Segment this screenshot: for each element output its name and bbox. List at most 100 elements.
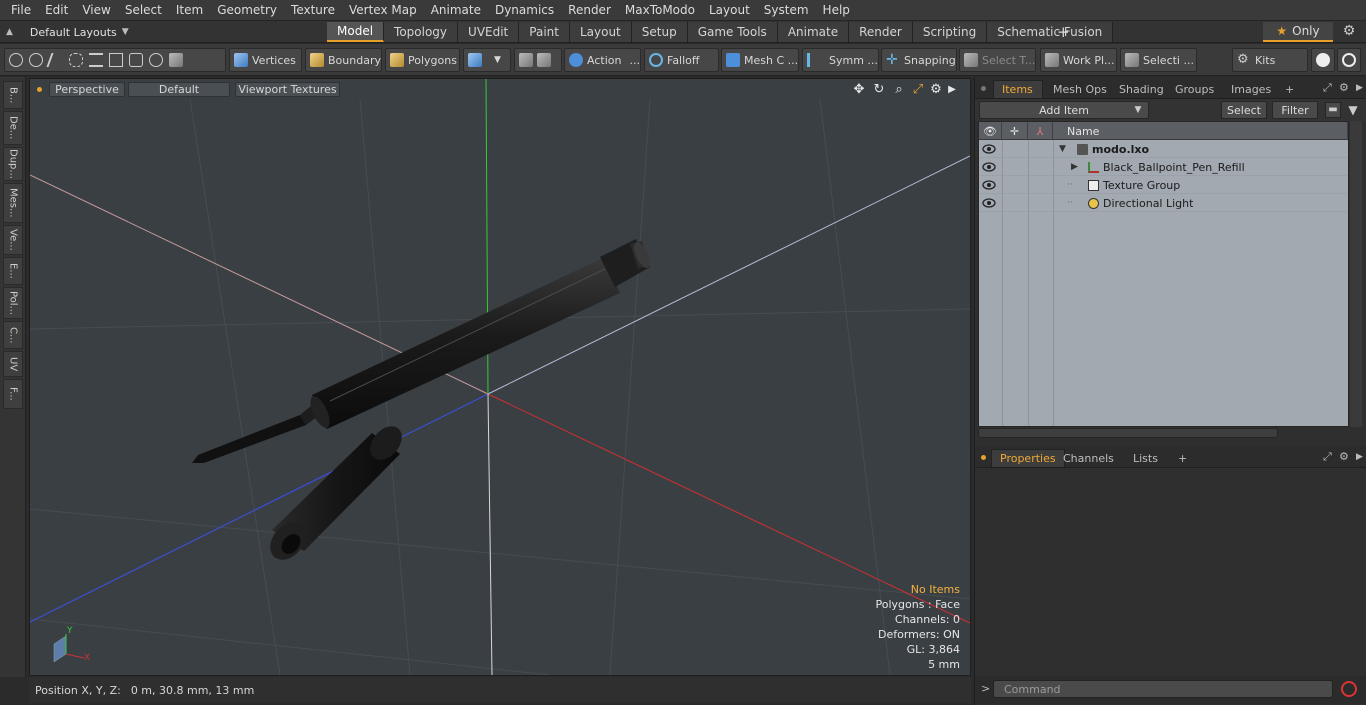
tree-vertical-scrollbar[interactable] bbox=[1350, 121, 1362, 427]
eye-icon[interactable] bbox=[982, 179, 996, 191]
tab-render[interactable]: Render bbox=[849, 22, 913, 42]
menu-select[interactable]: Select bbox=[118, 3, 169, 17]
action-center-button[interactable]: Action ... bbox=[564, 48, 641, 72]
menu-render[interactable]: Render bbox=[561, 3, 618, 17]
panel-menu-dot-icon[interactable] bbox=[981, 86, 986, 91]
only-toggle[interactable]: ★ Only bbox=[1263, 22, 1333, 42]
tab-shading[interactable]: Shading bbox=[1111, 80, 1172, 98]
menu-layout[interactable]: Layout bbox=[702, 3, 757, 17]
align-icon[interactable] bbox=[89, 53, 103, 67]
tab-groups[interactable]: Groups bbox=[1167, 80, 1222, 98]
add-item-button[interactable]: Add Item bbox=[979, 101, 1149, 119]
menu-animate[interactable]: Animate bbox=[424, 3, 488, 17]
name-column-header[interactable]: Name bbox=[1053, 122, 1348, 140]
zoom-icon[interactable]: ⌕ bbox=[891, 82, 907, 98]
symmetry-button[interactable]: Symm ... bbox=[802, 48, 879, 72]
tab-scripting[interactable]: Scripting bbox=[912, 22, 988, 42]
funnel-icon[interactable]: ▼ bbox=[1345, 102, 1361, 118]
falloff-button[interactable]: Falloff bbox=[644, 48, 719, 72]
tab-images[interactable]: Images bbox=[1223, 80, 1279, 98]
left-tab-polygon[interactable]: Pol... bbox=[3, 287, 23, 319]
viewport-gear-icon[interactable]: ⚙ bbox=[928, 82, 944, 98]
snapping-button[interactable]: ✛ Snapping bbox=[881, 48, 957, 72]
tree-row-texture-group[interactable]: ·· Texture Group bbox=[979, 176, 1348, 194]
add-panel-tab-button[interactable]: + bbox=[1277, 80, 1302, 98]
expand-arrow-icon[interactable]: ▼ bbox=[1059, 140, 1066, 158]
globe-icon[interactable] bbox=[29, 53, 43, 67]
unreal-button[interactable] bbox=[1337, 48, 1361, 72]
tree-row-mesh[interactable]: ▶ Black_Ballpoint_Pen_Refill bbox=[979, 158, 1348, 176]
menu-help[interactable]: Help bbox=[816, 3, 857, 17]
rotate-icon[interactable]: ↻ bbox=[871, 82, 887, 98]
work-plane-button[interactable]: Work Pl... bbox=[1040, 48, 1117, 72]
element-move-icon[interactable] bbox=[519, 53, 533, 67]
viewport-scene[interactable] bbox=[30, 79, 970, 675]
selection-sets-button[interactable]: Selecti ... bbox=[1120, 48, 1197, 72]
expand-right-icon[interactable]: ▶ bbox=[944, 82, 960, 98]
3d-viewport[interactable]: Perspective Default Viewport Textures ✥ … bbox=[29, 78, 971, 676]
tab-properties[interactable]: Properties bbox=[991, 449, 1065, 467]
menu-vertex-map[interactable]: Vertex Map bbox=[342, 3, 424, 17]
filter-button[interactable]: Filter bbox=[1272, 101, 1318, 119]
add-tab-button[interactable]: + bbox=[1057, 22, 1071, 42]
left-tab-fusion[interactable]: F... bbox=[3, 379, 23, 409]
render-column-icon[interactable]: ⅄ bbox=[1028, 122, 1053, 140]
tab-lists[interactable]: Lists bbox=[1125, 449, 1166, 467]
menu-item[interactable]: Item bbox=[169, 3, 210, 17]
command-input[interactable] bbox=[993, 680, 1333, 698]
layout-selector[interactable]: ▲ Default Layouts ▼ bbox=[6, 23, 129, 41]
panel-expand-icon[interactable]: ⤢ bbox=[1323, 81, 1332, 95]
pan-icon[interactable]: ✥ bbox=[851, 82, 867, 98]
tab-uvedit[interactable]: UVEdit bbox=[458, 22, 520, 42]
left-tab-deform[interactable]: De... bbox=[3, 111, 23, 145]
menu-dynamics[interactable]: Dynamics bbox=[488, 3, 561, 17]
panel-menu-dot-icon[interactable] bbox=[981, 455, 986, 460]
menu-geometry[interactable]: Geometry bbox=[210, 3, 284, 17]
left-tab-edge[interactable]: E... bbox=[3, 257, 23, 285]
select-button[interactable]: Select bbox=[1221, 101, 1267, 119]
panel-gear-icon[interactable]: ⚙ bbox=[1339, 450, 1349, 463]
tab-setup[interactable]: Setup bbox=[631, 22, 688, 42]
tree-row-scene[interactable]: ▼ modo.lxo bbox=[979, 140, 1348, 158]
chevron-down-icon[interactable]: ▼ bbox=[1130, 101, 1146, 119]
item-mode-dropdown[interactable]: ▼ bbox=[463, 48, 511, 72]
viewport-menu-dot-icon[interactable] bbox=[37, 87, 42, 92]
panel-arrow-icon[interactable]: ▶ bbox=[1356, 452, 1363, 462]
element-snap-icon[interactable] bbox=[537, 53, 551, 67]
menu-system[interactable]: System bbox=[757, 3, 816, 17]
panel-expand-icon[interactable]: ⤢ bbox=[1323, 450, 1332, 464]
menu-maxtomodo[interactable]: MaxToModo bbox=[618, 3, 702, 17]
eye-icon[interactable] bbox=[982, 161, 996, 173]
menu-view[interactable]: View bbox=[75, 3, 117, 17]
polygons-button[interactable]: Polygons bbox=[385, 48, 460, 72]
tree-horizontal-scrollbar[interactable] bbox=[978, 428, 1278, 438]
viewport-textures-dropdown[interactable]: Viewport Textures bbox=[235, 82, 340, 97]
collapse-icon[interactable]: ▬ bbox=[1325, 102, 1341, 118]
tab-paint[interactable]: Paint bbox=[519, 22, 570, 42]
tab-topology[interactable]: Topology bbox=[384, 22, 459, 42]
mesh-constraint-button[interactable]: Mesh C ... bbox=[721, 48, 799, 72]
left-tab-uv[interactable]: UV bbox=[3, 351, 23, 377]
left-tab-curve[interactable]: C... bbox=[3, 321, 23, 349]
gear-icon[interactable]: ⚙ bbox=[1340, 23, 1358, 41]
tab-game-tools[interactable]: Game Tools bbox=[687, 22, 778, 42]
unity-button[interactable] bbox=[1311, 48, 1335, 72]
boundary-button[interactable]: Boundary bbox=[305, 48, 382, 72]
maximize-icon[interactable]: ⤢ bbox=[910, 82, 926, 98]
tab-layout[interactable]: Layout bbox=[569, 22, 632, 42]
expand-arrow-icon[interactable]: ▶ bbox=[1071, 158, 1078, 176]
tab-model[interactable]: Model bbox=[327, 22, 385, 42]
menu-file[interactable]: File bbox=[4, 3, 38, 17]
lasso-icon[interactable] bbox=[69, 53, 83, 67]
panel-gear-icon[interactable]: ⚙ bbox=[1339, 81, 1349, 94]
tree-row-light[interactable]: ·· Directional Light bbox=[979, 194, 1348, 212]
panel-arrow-icon[interactable]: ▶ bbox=[1356, 83, 1363, 93]
tab-channels[interactable]: Channels bbox=[1055, 449, 1122, 467]
shield-icon[interactable] bbox=[169, 53, 183, 67]
vertices-button[interactable]: Vertices bbox=[229, 48, 302, 72]
menu-texture[interactable]: Texture bbox=[284, 3, 342, 17]
tab-schematic-fusion[interactable]: Schematic Fusion bbox=[987, 22, 1114, 42]
pen-icon[interactable] bbox=[46, 53, 66, 67]
clock-icon[interactable] bbox=[149, 53, 163, 67]
grid-icon[interactable] bbox=[109, 53, 123, 67]
